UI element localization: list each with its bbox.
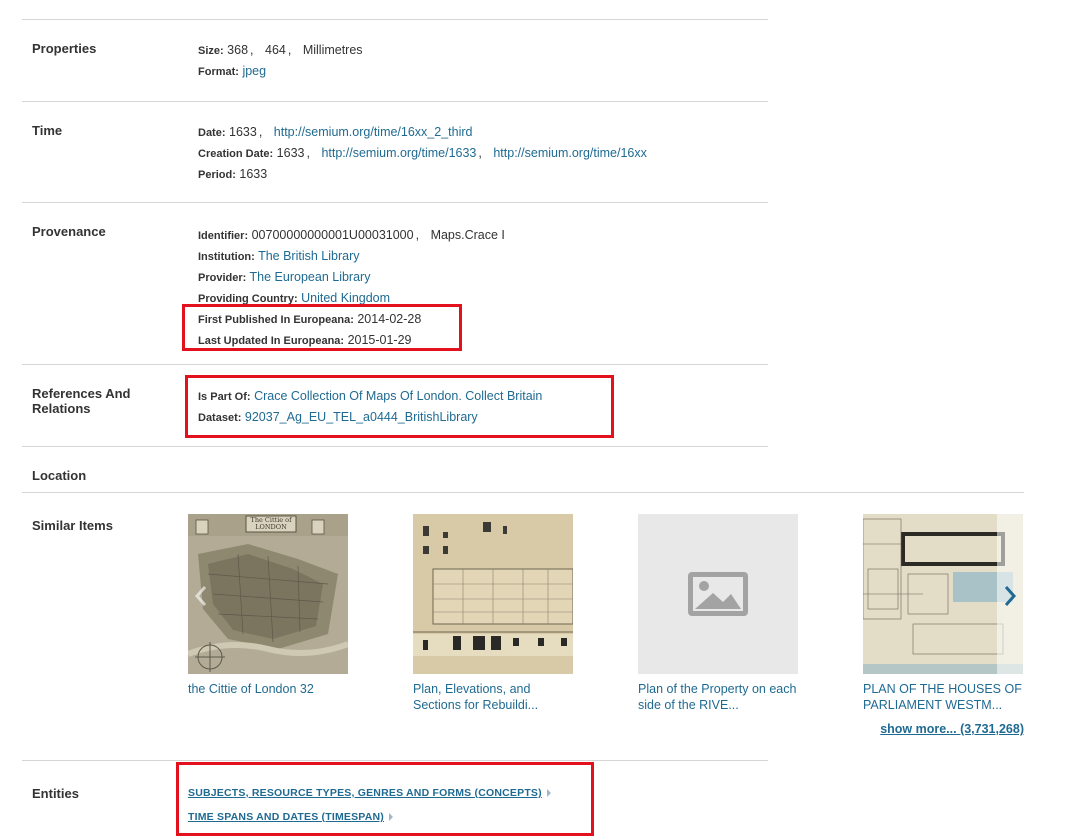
- is-part-of-link[interactable]: Crace Collection Of Maps Of London. Coll…: [254, 389, 542, 403]
- references-label: References And Relations: [32, 386, 131, 416]
- providing-country-link[interactable]: United Kingdom: [301, 291, 390, 305]
- show-more-link[interactable]: show more... (3,731,268): [850, 722, 1024, 736]
- first-published-field: First Published In Europeana: 2014-02-28: [198, 312, 422, 326]
- dataset-field: Dataset: 92037_Ag_EU_TEL_a0444_BritishLi…: [198, 410, 478, 424]
- size-field: Size: 368, 464, Millimetres: [198, 43, 363, 57]
- similar-item-title[interactable]: PLAN OF THE HOUSES OF PARLIAMENT WESTM..…: [863, 681, 1024, 713]
- properties-section: Properties Size: 368, 464, Millimetres F…: [22, 19, 768, 101]
- similar-items-carousel: The Cittie of LONDON the Cittie of Londo…: [188, 514, 1024, 714]
- creation-date-link-2[interactable]: http://semium.org/time/16xx: [493, 146, 647, 160]
- institution-field: Institution: The British Library: [198, 249, 360, 263]
- entities-section: Entities: [22, 760, 768, 840]
- image-placeholder-icon: [688, 572, 748, 616]
- references-section: References And Relations Is Part Of: Cra…: [22, 364, 768, 446]
- entity-link-concepts[interactable]: SUBJECTS, RESOURCE TYPES, GENRES AND FOR…: [188, 787, 551, 799]
- architectural-plan-image: [413, 514, 573, 674]
- triangle-right-icon: [388, 813, 393, 822]
- providing-country-field: Providing Country: United Kingdom: [198, 291, 391, 305]
- institution-link[interactable]: The British Library: [258, 249, 359, 263]
- entities-label: Entities: [32, 786, 79, 801]
- creation-date-field: Creation Date: 1633, http://semium.org/t…: [198, 146, 647, 160]
- format-field: Format: jpeg: [198, 64, 267, 78]
- provider-link[interactable]: The European Library: [250, 270, 371, 284]
- is-part-of-field: Is Part Of: Crace Collection Of Maps Of …: [198, 389, 543, 403]
- chevron-right-icon: [1004, 586, 1017, 606]
- time-section: Time Date: 1633, http://semium.org/time/…: [22, 101, 768, 202]
- period-field: Period: 1633: [198, 167, 268, 181]
- location-label: Location: [32, 468, 87, 483]
- dataset-link[interactable]: 92037_Ag_EU_TEL_a0444_BritishLibrary: [245, 410, 478, 424]
- identifier-field: Identifier: 00700000000001U00031000, Map…: [198, 228, 505, 242]
- carousel-next-button[interactable]: [997, 575, 1023, 617]
- provenance-label: Provenance: [32, 224, 106, 239]
- date-link[interactable]: http://semium.org/time/16xx_2_third: [274, 125, 473, 139]
- similar-item-thumbnail[interactable]: [413, 514, 573, 674]
- location-section: Location: [22, 446, 768, 492]
- similar-item-title[interactable]: Plan, Elevations, and Sections for Rebui…: [413, 681, 578, 713]
- creation-date-link-1[interactable]: http://semium.org/time/1633: [321, 146, 476, 160]
- entity-link-timespan[interactable]: TIME SPANS AND DATES (TIMESPAN): [188, 811, 393, 823]
- last-updated-field: Last Updated In Europeana: 2015-01-29: [198, 333, 412, 347]
- date-field: Date: 1633, http://semium.org/time/16xx_…: [198, 125, 473, 139]
- similar-item-card[interactable]: Plan, Elevations, and Sections for Rebui…: [413, 514, 573, 713]
- similar-items-label: Similar Items: [32, 518, 113, 533]
- triangle-right-icon: [546, 789, 551, 798]
- similar-item-thumbnail[interactable]: [638, 514, 798, 674]
- carousel-prev-button[interactable]: [188, 575, 214, 617]
- format-link[interactable]: jpeg: [242, 64, 266, 78]
- similar-item-card[interactable]: Plan of the Property on each side of the…: [638, 514, 798, 713]
- old-map-lettering: The Cittie of LONDON: [250, 517, 292, 531]
- similar-item-title[interactable]: Plan of the Property on each side of the…: [638, 681, 803, 713]
- properties-label: Properties: [32, 41, 97, 56]
- provenance-section: Provenance Identifier: 00700000000001U00…: [22, 202, 768, 364]
- time-label: Time: [32, 123, 63, 138]
- similar-item-title[interactable]: the Cittie of London 32: [188, 681, 353, 697]
- chevron-left-icon: [194, 586, 207, 606]
- provider-field: Provider: The European Library: [198, 270, 371, 284]
